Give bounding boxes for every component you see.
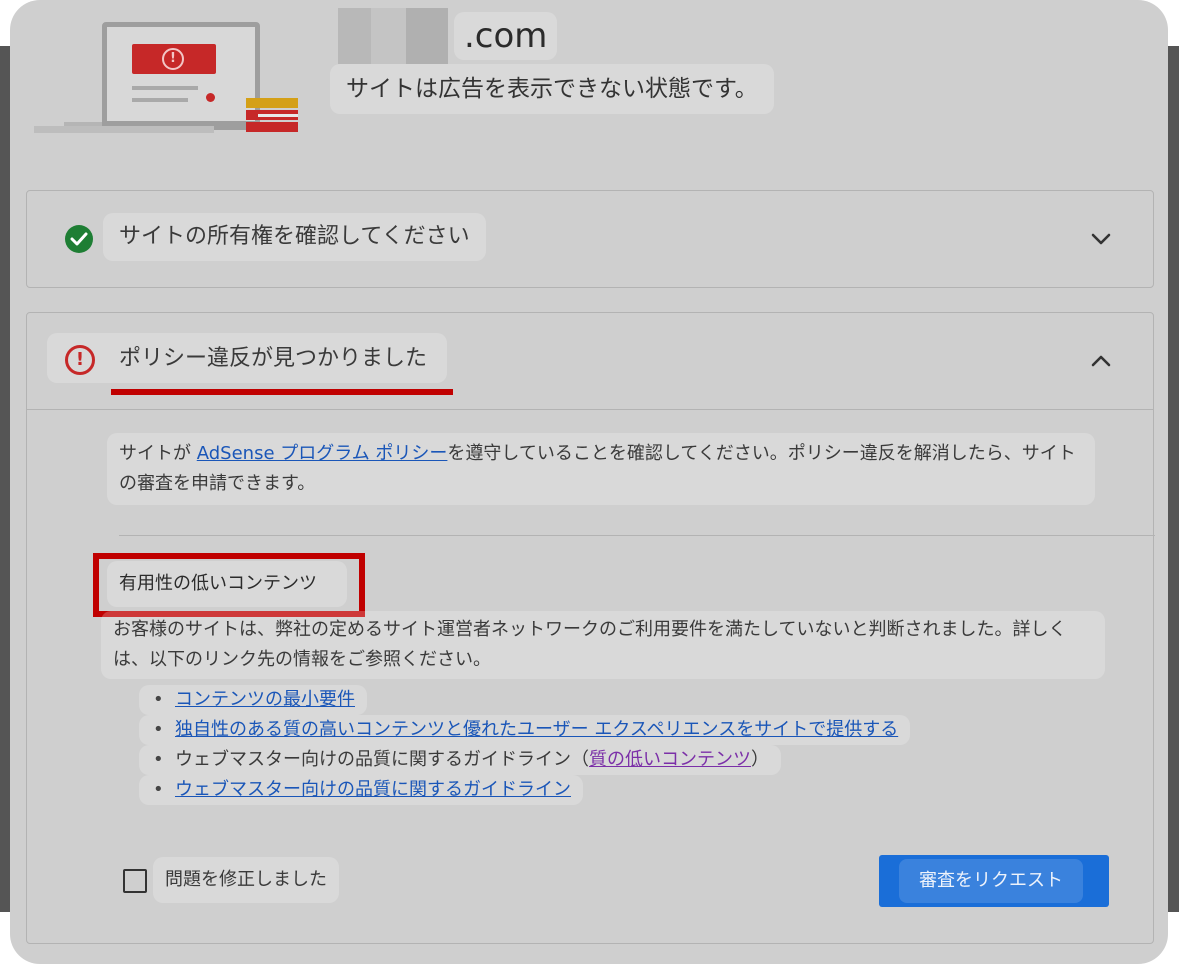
site-alert-illustration: ! [24, 18, 314, 138]
minimum-content-requirements-link[interactable]: コンテンツの最小要件 [175, 689, 355, 710]
alert-icon: ! [162, 48, 184, 70]
list-item: • ウェブマスター向けの品質に関するガイドライン [139, 775, 583, 805]
ownership-panel[interactable]: サイトの所有権を確認してください [26, 190, 1154, 288]
help-links-list: • コンテンツの最小要件 • 独自性のある質の高いコンテンツと優れたユーザー エクス… [139, 685, 911, 805]
webmaster-quality-guidelines-link[interactable]: ウェブマスター向けの品質に関するガイドライン [175, 779, 571, 800]
section-divider [119, 535, 1155, 536]
chevron-up-icon[interactable] [1087, 347, 1115, 375]
adsense-policy-link[interactable]: AdSense プログラム ポリシー [197, 443, 448, 464]
error-circle-icon: ! [65, 345, 95, 375]
window-edge-right [1167, 46, 1179, 912]
chevron-down-icon[interactable] [1087, 225, 1115, 253]
list-item: • 独自性のある質の高いコンテンツと優れたユーザー エクスペリエンスをサイトで提供… [139, 715, 911, 745]
books-icon [246, 98, 298, 108]
policy-description: サイトが AdSense プログラム ポリシーを遵守していることを確認してくださ… [107, 433, 1095, 505]
low-quality-content-link[interactable]: 質の低いコンテンツ [589, 749, 751, 770]
adsense-site-card: ! .com サイトは広告を表示できない状態です。 サイトの所有権を確認してくだ… [10, 0, 1168, 964]
policy-violation-panel: ! ポリシー違反が見つかりました サイトが AdSense プログラム ポリシー… [26, 312, 1155, 944]
list-item: • ウェブマスター向けの品質に関するガイドライン（質の低いコンテンツ） [139, 745, 781, 775]
ownership-panel-title: サイトの所有権を確認してください [103, 213, 486, 261]
panel-divider [27, 409, 1153, 410]
annotation-underline [111, 389, 453, 395]
quality-content-ux-link[interactable]: 独自性のある質の高いコンテンツと優れたユーザー エクスペリエンスをサイトで提供す… [175, 719, 898, 740]
domain-name-redacted [338, 8, 448, 64]
request-review-button[interactable]: 審査をリクエスト [879, 855, 1109, 907]
fixed-issue-checkbox[interactable] [123, 869, 147, 893]
fixed-issue-label[interactable]: 問題を修正しました [153, 857, 339, 903]
policy-panel-title[interactable]: ポリシー違反が見つかりました [103, 335, 443, 383]
list-item: • コンテンツの最小要件 [139, 685, 367, 715]
issue-description: お客様のサイトは、弊社の定めるサイト運営者ネットワークのご利用要件を満たしていな… [101, 611, 1105, 679]
monitor-icon [102, 22, 260, 130]
check-circle-icon [65, 225, 93, 253]
request-review-label: 審査をリクエスト [899, 859, 1083, 903]
annotation-box [93, 553, 365, 617]
domain-suffix: .com [454, 12, 558, 60]
site-status-message: サイトは広告を表示できない状態です。 [330, 64, 774, 114]
